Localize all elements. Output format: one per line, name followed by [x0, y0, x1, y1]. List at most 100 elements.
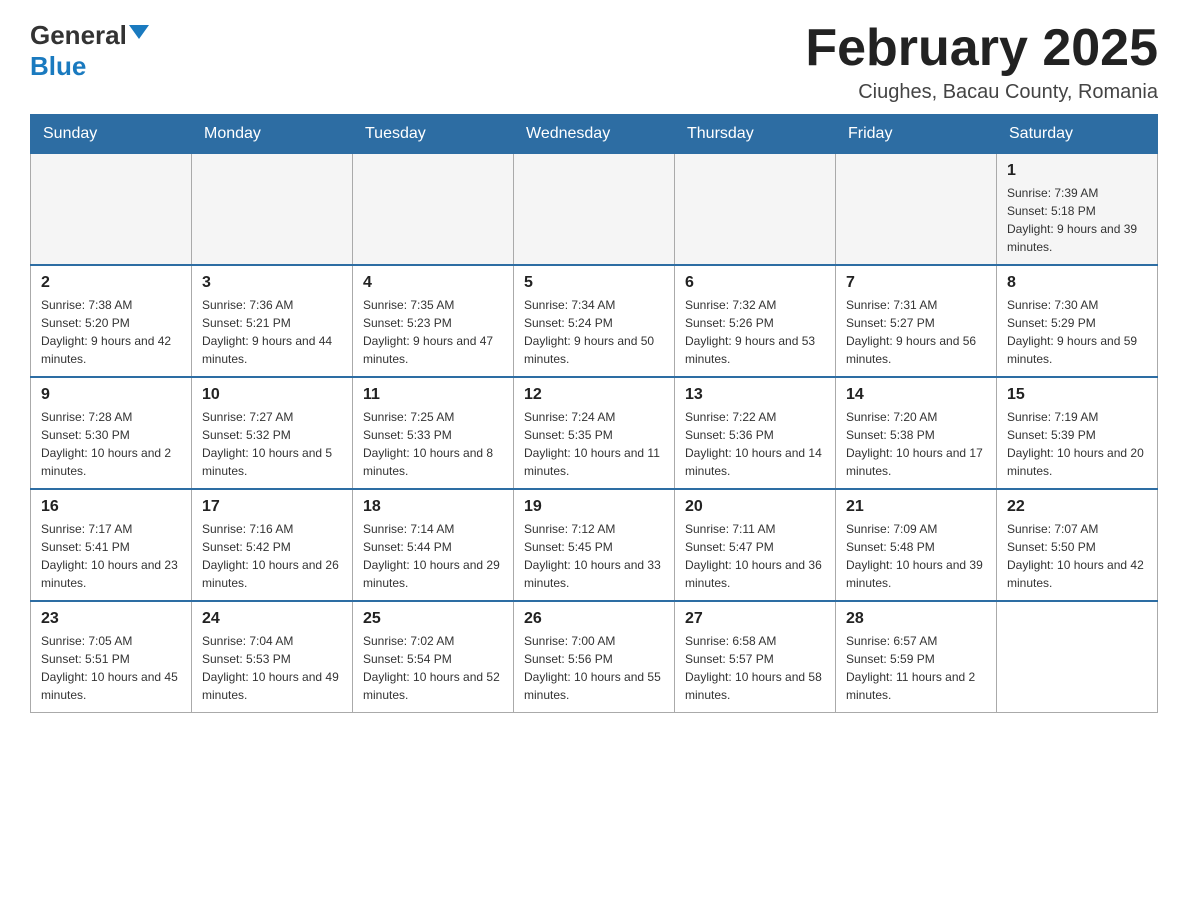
day-info: Sunrise: 7:16 AM Sunset: 5:42 PM Dayligh… — [202, 520, 342, 592]
day-number: 8 — [1007, 274, 1147, 292]
day-number: 23 — [41, 610, 181, 628]
day-number: 10 — [202, 386, 342, 404]
calendar-cell — [997, 601, 1158, 713]
calendar-cell: 13 Sunrise: 7:22 AM Sunset: 5:36 PM Dayli… — [675, 377, 836, 489]
calendar-cell: 21 Sunrise: 7:09 AM Sunset: 5:48 PM Dayli… — [836, 489, 997, 601]
day-of-week-header: Wednesday — [514, 115, 675, 154]
calendar-table: SundayMondayTuesdayWednesdayThursdayFrid… — [30, 114, 1158, 713]
day-number: 21 — [846, 498, 986, 516]
calendar-cell: 18Sunrise: 7:14 AM Sunset: 5:44 PM Dayli… — [353, 489, 514, 601]
day-number: 6 — [685, 274, 825, 292]
day-number: 27 — [685, 610, 825, 628]
calendar-cell: 12 Sunrise: 7:24 AM Sunset: 5:35 PM Dayli… — [514, 377, 675, 489]
day-of-week-header: Tuesday — [353, 115, 514, 154]
day-number: 25 — [363, 610, 503, 628]
calendar-cell: 7 Sunrise: 7:31 AM Sunset: 5:27 PM Daylig… — [836, 265, 997, 377]
day-number: 3 — [202, 274, 342, 292]
day-number: 19 — [524, 498, 664, 516]
calendar-cell: 10 Sunrise: 7:27 AM Sunset: 5:32 PM Dayli… — [192, 377, 353, 489]
calendar-cell — [836, 154, 997, 266]
day-of-week-header: Saturday — [997, 115, 1158, 154]
day-info: Sunrise: 7:07 AM Sunset: 5:50 PM Dayligh… — [1007, 520, 1147, 592]
calendar-cell: 24 Sunrise: 7:04 AM Sunset: 5:53 PM Dayli… — [192, 601, 353, 713]
day-number: 20 — [685, 498, 825, 516]
day-of-week-header: Friday — [836, 115, 997, 154]
day-info: Sunrise: 7:38 AM Sunset: 5:20 PM Dayligh… — [41, 296, 181, 368]
day-number: 11 — [363, 386, 503, 404]
location-text: Ciughes, Bacau County, Romania — [805, 81, 1158, 104]
calendar-cell: 23 Sunrise: 7:05 AM Sunset: 5:51 PM Dayli… — [31, 601, 192, 713]
day-of-week-header: Sunday — [31, 115, 192, 154]
calendar-cell: 14 Sunrise: 7:20 AM Sunset: 5:38 PM Dayli… — [836, 377, 997, 489]
calendar-cell: 1Sunrise: 7:39 AM Sunset: 5:18 PM Daylig… — [997, 154, 1158, 266]
calendar-cell: 8 Sunrise: 7:30 AM Sunset: 5:29 PM Daylig… — [997, 265, 1158, 377]
calendar-week-row: 23 Sunrise: 7:05 AM Sunset: 5:51 PM Dayli… — [31, 601, 1158, 713]
day-of-week-header: Thursday — [675, 115, 836, 154]
day-number: 22 — [1007, 498, 1147, 516]
calendar-week-row: 2Sunrise: 7:38 AM Sunset: 5:20 PM Daylig… — [31, 265, 1158, 377]
day-number: 13 — [685, 386, 825, 404]
day-info: Sunrise: 7:27 AM Sunset: 5:32 PM Dayligh… — [202, 408, 342, 480]
day-number: 14 — [846, 386, 986, 404]
calendar-cell — [353, 154, 514, 266]
calendar-cell: 4 Sunrise: 7:35 AM Sunset: 5:23 PM Daylig… — [353, 265, 514, 377]
day-info: Sunrise: 7:35 AM Sunset: 5:23 PM Dayligh… — [363, 296, 503, 368]
calendar-cell: 6 Sunrise: 7:32 AM Sunset: 5:26 PM Daylig… — [675, 265, 836, 377]
day-number: 4 — [363, 274, 503, 292]
day-info: Sunrise: 7:12 AM Sunset: 5:45 PM Dayligh… — [524, 520, 664, 592]
day-info: Sunrise: 7:34 AM Sunset: 5:24 PM Dayligh… — [524, 296, 664, 368]
month-title: February 2025 — [805, 20, 1158, 77]
day-info: Sunrise: 7:19 AM Sunset: 5:39 PM Dayligh… — [1007, 408, 1147, 480]
calendar-cell: 16 Sunrise: 7:17 AM Sunset: 5:41 PM Dayli… — [31, 489, 192, 601]
day-info: Sunrise: 7:04 AM Sunset: 5:53 PM Dayligh… — [202, 632, 342, 704]
logo-blue-text: Blue — [30, 51, 86, 82]
calendar-cell — [192, 154, 353, 266]
calendar-week-row: 9Sunrise: 7:28 AM Sunset: 5:30 PM Daylig… — [31, 377, 1158, 489]
logo-triangle-icon — [129, 25, 149, 39]
day-info: Sunrise: 7:02 AM Sunset: 5:54 PM Dayligh… — [363, 632, 503, 704]
day-info: Sunrise: 7:30 AM Sunset: 5:29 PM Dayligh… — [1007, 296, 1147, 368]
calendar-cell: 25 Sunrise: 7:02 AM Sunset: 5:54 PM Dayli… — [353, 601, 514, 713]
calendar-cell: 17 Sunrise: 7:16 AM Sunset: 5:42 PM Dayli… — [192, 489, 353, 601]
day-number: 15 — [1007, 386, 1147, 404]
day-number: 16 — [41, 498, 181, 516]
calendar-week-row: 1Sunrise: 7:39 AM Sunset: 5:18 PM Daylig… — [31, 154, 1158, 266]
day-number: 12 — [524, 386, 664, 404]
calendar-cell: 20 Sunrise: 7:11 AM Sunset: 5:47 PM Dayli… — [675, 489, 836, 601]
day-number: 17 — [202, 498, 342, 516]
day-info: Sunrise: 7:28 AM Sunset: 5:30 PM Dayligh… — [41, 408, 181, 480]
day-number: 5 — [524, 274, 664, 292]
title-block: February 2025 Ciughes, Bacau County, Rom… — [805, 20, 1158, 104]
day-info: Sunrise: 7:25 AM Sunset: 5:33 PM Dayligh… — [363, 408, 503, 480]
day-info: Sunrise: 7:24 AM Sunset: 5:35 PM Dayligh… — [524, 408, 664, 480]
calendar-cell: 27Sunrise: 6:58 AM Sunset: 5:57 PM Dayli… — [675, 601, 836, 713]
page-header: General Blue February 2025 Ciughes, Baca… — [30, 20, 1158, 104]
day-number: 24 — [202, 610, 342, 628]
calendar-cell: 3 Sunrise: 7:36 AM Sunset: 5:21 PM Daylig… — [192, 265, 353, 377]
day-of-week-header: Monday — [192, 115, 353, 154]
day-number: 28 — [846, 610, 986, 628]
calendar-cell — [675, 154, 836, 266]
day-number: 7 — [846, 274, 986, 292]
calendar-cell: 15 Sunrise: 7:19 AM Sunset: 5:39 PM Dayli… — [997, 377, 1158, 489]
day-info: Sunrise: 7:22 AM Sunset: 5:36 PM Dayligh… — [685, 408, 825, 480]
day-info: Sunrise: 7:32 AM Sunset: 5:26 PM Dayligh… — [685, 296, 825, 368]
calendar-cell: 9Sunrise: 7:28 AM Sunset: 5:30 PM Daylig… — [31, 377, 192, 489]
day-number: 26 — [524, 610, 664, 628]
calendar-week-row: 16 Sunrise: 7:17 AM Sunset: 5:41 PM Dayli… — [31, 489, 1158, 601]
day-info: Sunrise: 7:20 AM Sunset: 5:38 PM Dayligh… — [846, 408, 986, 480]
day-number: 18 — [363, 498, 503, 516]
day-info: Sunrise: 7:31 AM Sunset: 5:27 PM Dayligh… — [846, 296, 986, 368]
calendar-cell: 22 Sunrise: 7:07 AM Sunset: 5:50 PM Dayli… — [997, 489, 1158, 601]
calendar-cell — [514, 154, 675, 266]
calendar-cell: 11 Sunrise: 7:25 AM Sunset: 5:33 PM Dayli… — [353, 377, 514, 489]
calendar-cell: 26Sunrise: 7:00 AM Sunset: 5:56 PM Dayli… — [514, 601, 675, 713]
day-info: Sunrise: 7:36 AM Sunset: 5:21 PM Dayligh… — [202, 296, 342, 368]
day-info: Sunrise: 7:11 AM Sunset: 5:47 PM Dayligh… — [685, 520, 825, 592]
day-info: Sunrise: 7:17 AM Sunset: 5:41 PM Dayligh… — [41, 520, 181, 592]
day-info: Sunrise: 7:05 AM Sunset: 5:51 PM Dayligh… — [41, 632, 181, 704]
day-info: Sunrise: 7:09 AM Sunset: 5:48 PM Dayligh… — [846, 520, 986, 592]
logo: General Blue — [30, 20, 149, 82]
logo-general-text: General — [30, 20, 127, 51]
calendar-cell: 19 Sunrise: 7:12 AM Sunset: 5:45 PM Dayli… — [514, 489, 675, 601]
